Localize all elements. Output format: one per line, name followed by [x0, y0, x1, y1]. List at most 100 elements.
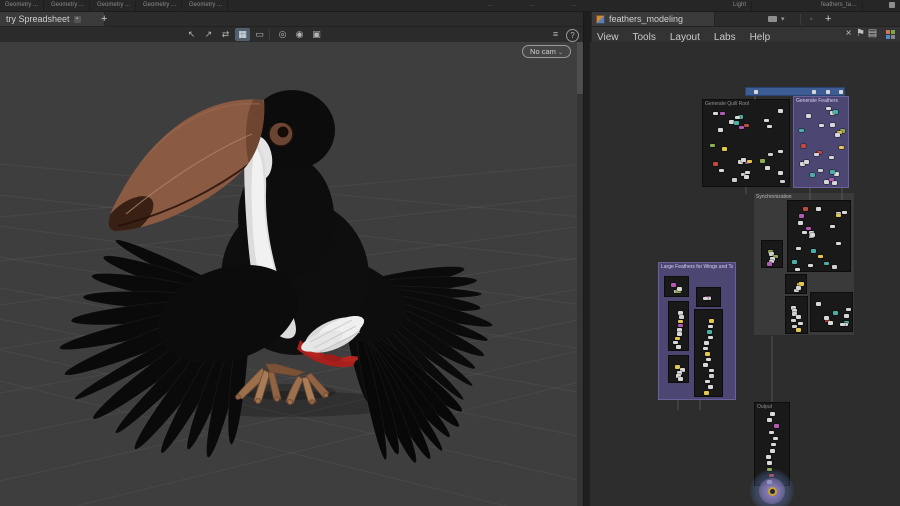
new-tab-button[interactable]: +: [96, 12, 112, 26]
network-node[interactable]: [764, 118, 770, 123]
network-node[interactable]: [759, 159, 765, 163]
dot-node[interactable]: [754, 90, 758, 94]
network-node[interactable]: [766, 461, 772, 465]
network-node[interactable]: [809, 173, 815, 177]
selected-output-node[interactable]: [767, 486, 777, 496]
network-node[interactable]: [709, 319, 715, 323]
network-box-genfeathers[interactable]: Generate Feathers: [793, 96, 849, 188]
network-node[interactable]: [672, 340, 678, 345]
network-node[interactable]: [828, 321, 834, 325]
desktop-tab[interactable]: feathers_ta…: [816, 1, 864, 11]
network-node[interactable]: [777, 149, 783, 154]
network-node[interactable]: [678, 319, 683, 323]
dot-node[interactable]: [826, 90, 830, 94]
network-node[interactable]: [824, 261, 830, 266]
network-node[interactable]: [713, 111, 719, 116]
network-node[interactable]: [717, 128, 723, 132]
help-icon[interactable]: ?: [566, 29, 579, 42]
transform-tool-icon[interactable]: ⇄: [218, 28, 233, 41]
network-box-sync-a[interactable]: [787, 200, 851, 272]
orbit-icon[interactable]: ◎: [275, 28, 290, 41]
network-node[interactable]: [795, 246, 801, 251]
tree-view-icon[interactable]: ≡: [548, 28, 563, 41]
network-node[interactable]: [779, 179, 785, 184]
tab-feathers-modeling[interactable]: feathers_modeling: [590, 12, 715, 26]
network-node[interactable]: [743, 123, 749, 128]
network-node[interactable]: [799, 282, 805, 286]
network-node[interactable]: [843, 314, 849, 318]
network-node[interactable]: [798, 128, 804, 133]
network-node[interactable]: [806, 114, 812, 118]
tab-dot-icon[interactable]: ▪: [810, 15, 812, 24]
network-node[interactable]: [764, 166, 770, 170]
network-node[interactable]: [796, 315, 802, 319]
network-node[interactable]: [803, 207, 809, 211]
move-tool-icon[interactable]: ↗: [201, 28, 216, 41]
network-node[interactable]: [704, 379, 710, 384]
network-node[interactable]: [796, 328, 802, 332]
desktop-tab[interactable]: Geometry ...: [184, 1, 229, 11]
network-node[interactable]: [766, 455, 772, 459]
network-node[interactable]: [677, 311, 683, 315]
close-icon[interactable]: ▪: [73, 15, 81, 23]
network-node[interactable]: [734, 115, 740, 120]
network-node[interactable]: [807, 263, 813, 268]
network-node[interactable]: [709, 143, 715, 148]
network-node[interactable]: [829, 177, 835, 182]
network-node[interactable]: [675, 345, 681, 349]
network-node[interactable]: [830, 123, 836, 127]
network-box-sync-d[interactable]: [785, 296, 808, 334]
chevron-down-icon[interactable]: ▾: [781, 15, 785, 24]
network-node[interactable]: [677, 328, 683, 332]
network-node[interactable]: [708, 368, 714, 373]
network-node[interactable]: [766, 262, 772, 266]
desktop-tab[interactable]: Geometry ...: [92, 1, 137, 11]
network-node[interactable]: [835, 213, 841, 218]
network-node[interactable]: [731, 178, 737, 182]
tab-geometry-spreadsheet[interactable]: try Spreadsheet ▪: [0, 12, 105, 26]
network-node[interactable]: [819, 123, 825, 128]
network-box-large-c[interactable]: [668, 301, 689, 351]
network-node[interactable]: [767, 152, 773, 157]
network-node[interactable]: [707, 385, 713, 389]
network-node[interactable]: [790, 318, 796, 323]
network-node[interactable]: [830, 170, 836, 174]
network-node[interactable]: [834, 133, 840, 137]
desktop-tab-dim[interactable]: …: [482, 1, 498, 11]
pin-icon[interactable]: [768, 16, 777, 22]
network-node[interactable]: [773, 424, 779, 428]
network-node[interactable]: [800, 144, 806, 148]
network-box-sync-b[interactable]: [761, 240, 783, 268]
network-node[interactable]: [814, 152, 820, 157]
network-node[interactable]: [794, 267, 800, 272]
network-node[interactable]: [840, 322, 846, 327]
network-node[interactable]: [824, 316, 830, 320]
network-node[interactable]: [817, 254, 823, 259]
network-node[interactable]: [677, 287, 683, 291]
network-node[interactable]: [747, 159, 753, 164]
render-view-icon[interactable]: ▣: [309, 28, 324, 41]
network-box-large-a[interactable]: [664, 276, 689, 297]
network-box-sync-c[interactable]: [785, 274, 807, 294]
select-tool-icon[interactable]: ↖: [184, 28, 199, 41]
network-box-sync-e[interactable]: [810, 292, 853, 332]
network-node[interactable]: [722, 147, 728, 151]
network-box-large-b[interactable]: [696, 287, 721, 307]
snap-grid-icon[interactable]: ▦: [235, 28, 250, 41]
network-node[interactable]: [679, 315, 685, 319]
network-node[interactable]: [772, 436, 778, 441]
network-node[interactable]: [706, 330, 712, 334]
list-view-icon[interactable]: ▤: [866, 28, 879, 39]
shade-icon[interactable]: ◉: [292, 28, 307, 41]
network-node[interactable]: [832, 265, 838, 269]
network-node[interactable]: [806, 226, 811, 231]
network-node[interactable]: [705, 352, 711, 356]
network-node[interactable]: [712, 162, 718, 166]
display-monitor-icon[interactable]: ▭: [252, 28, 267, 41]
camera-selector[interactable]: No cam ⌄: [522, 45, 571, 58]
network-node[interactable]: [810, 233, 816, 237]
network-box-large-d[interactable]: [668, 355, 689, 383]
network-node[interactable]: [842, 210, 848, 215]
network-node[interactable]: [778, 171, 784, 175]
network-node[interactable]: [818, 168, 824, 173]
